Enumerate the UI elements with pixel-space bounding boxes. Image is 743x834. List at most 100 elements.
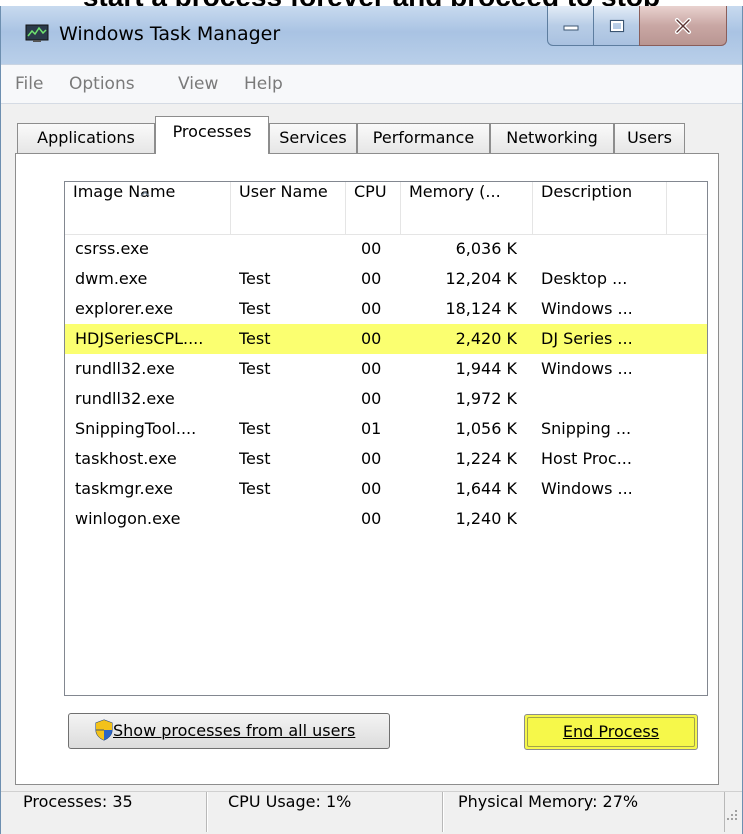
cell-memory: 1,972 K [455, 389, 517, 408]
cell-image-name: HDJSeriesCPL.... [75, 329, 204, 348]
cell-image-name: taskhost.exe [75, 449, 177, 468]
cell-user-name [239, 504, 339, 534]
column-image-name[interactable]: Image Name [65, 182, 231, 234]
table-row[interactable]: dwm.exe Test 00 12,204 K Desktop ... [65, 264, 707, 294]
menu-options[interactable]: Options [69, 74, 135, 94]
column-memory[interactable]: Memory (... [401, 182, 533, 234]
task-manager-window: Windows Task Manager File Options View H… [0, 6, 743, 834]
cell-user-name: Test [239, 449, 271, 468]
list-header: Image Name User Name CPU Memory (... Des… [65, 182, 707, 235]
table-row[interactable]: SnippingTool.... Test 01 1,056 K Snippin… [65, 414, 707, 444]
cell-cpu: 00 [361, 359, 382, 378]
cell-user-name: Test [239, 299, 271, 318]
minimize-icon [563, 25, 578, 30]
cell-memory: 6,036 K [455, 239, 517, 258]
cell-description: Snipping ... [541, 419, 632, 438]
cell-image-name: taskmgr.exe [75, 479, 173, 498]
table-row-highlighted[interactable]: HDJSeriesCPL.... Test 00 2,420 K DJ Seri… [65, 324, 707, 354]
cell-cpu: 00 [361, 479, 382, 498]
tab-services[interactable]: Services [269, 123, 357, 153]
column-user-name[interactable]: User Name [231, 182, 346, 234]
cell-cpu: 00 [361, 389, 382, 408]
maximize-button[interactable] [593, 6, 640, 46]
cell-description [541, 234, 691, 264]
cell-user-name: Test [239, 419, 271, 438]
size-grip-icon[interactable] [725, 808, 739, 822]
close-button[interactable] [639, 6, 727, 46]
column-image-name-label: Image Name [73, 182, 176, 201]
show-all-processes-label: Show processes from all users [113, 721, 356, 740]
cell-memory: 18,124 K [445, 299, 517, 318]
cell-memory: 1,240 K [455, 509, 517, 528]
minimize-button[interactable] [547, 6, 594, 46]
status-bar: Processes: 35 CPU Usage: 1% Physical Mem… [1, 791, 742, 834]
table-row[interactable]: rundll32.exe 00 1,972 K [65, 384, 707, 414]
cell-description: Windows ... [541, 359, 633, 378]
table-row[interactable]: csrss.exe 00 6,036 K [65, 234, 707, 264]
column-description[interactable]: Description [533, 182, 667, 234]
end-process-button[interactable]: End Process [524, 714, 698, 750]
table-row[interactable]: rundll32.exe Test 00 1,944 K Windows ... [65, 354, 707, 384]
cell-cpu: 00 [361, 239, 382, 258]
status-physical-memory: Physical Memory: 27% [443, 792, 725, 832]
cell-description [541, 504, 691, 534]
tab-applications[interactable]: Applications [17, 123, 155, 153]
cell-image-name: csrss.exe [75, 239, 149, 258]
tab-processes[interactable]: Processes [155, 116, 269, 154]
cell-image-name: rundll32.exe [75, 389, 175, 408]
title-bar[interactable]: Windows Task Manager [1, 6, 742, 64]
cell-cpu: 00 [361, 299, 382, 318]
cell-description: Host Proc... [541, 449, 632, 468]
table-row[interactable]: winlogon.exe 00 1,240 K [65, 504, 707, 534]
tab-users[interactable]: Users [614, 123, 685, 153]
tab-networking[interactable]: Networking [490, 123, 614, 153]
table-row[interactable]: taskmgr.exe Test 00 1,644 K Windows ... [65, 474, 707, 504]
cell-description: DJ Series ... [541, 329, 633, 348]
cell-user-name: Test [239, 479, 271, 498]
cell-user-name [239, 234, 339, 264]
cell-cpu: 00 [361, 449, 382, 468]
cell-image-name: rundll32.exe [75, 359, 175, 378]
cell-image-name: dwm.exe [75, 269, 148, 288]
cell-memory: 1,944 K [455, 359, 517, 378]
status-processes: Processes: 35 [1, 792, 207, 832]
processes-panel: Image Name User Name CPU Memory (... Des… [15, 153, 719, 785]
show-all-processes-button[interactable]: Show processes from all users [68, 713, 390, 749]
cell-user-name: Test [239, 269, 271, 288]
process-list[interactable]: Image Name User Name CPU Memory (... Des… [64, 181, 708, 696]
maximize-icon [609, 19, 624, 32]
task-manager-icon [25, 24, 49, 42]
menu-file[interactable]: File [15, 74, 43, 94]
end-process-label: End Process [562, 722, 660, 741]
cell-memory: 1,056 K [455, 419, 517, 438]
menu-view[interactable]: View [178, 74, 218, 94]
cell-description: Windows ... [541, 479, 633, 498]
cell-description: Desktop ... [541, 269, 628, 288]
cell-cpu: 00 [361, 269, 382, 288]
cell-image-name: winlogon.exe [75, 509, 181, 528]
cell-user-name [239, 384, 339, 414]
cell-image-name: SnippingTool.... [75, 419, 197, 438]
cell-description: Windows ... [541, 299, 633, 318]
cell-user-name: Test [239, 359, 271, 378]
table-row[interactable]: taskhost.exe Test 00 1,224 K Host Proc..… [65, 444, 707, 474]
tab-performance[interactable]: Performance [357, 123, 490, 153]
cell-memory: 1,224 K [455, 449, 517, 468]
sort-arrow-icon [140, 191, 150, 197]
cell-description [541, 384, 691, 414]
cell-user-name: Test [239, 329, 271, 348]
cell-memory: 2,420 K [455, 329, 517, 348]
cell-cpu: 00 [361, 329, 382, 348]
menu-help[interactable]: Help [244, 74, 283, 94]
cell-memory: 12,204 K [445, 269, 517, 288]
close-icon [675, 17, 691, 34]
cell-image-name: explorer.exe [75, 299, 174, 318]
window-title: Windows Task Manager [59, 23, 281, 45]
cell-memory: 1,644 K [455, 479, 517, 498]
status-cpu-usage: CPU Usage: 1% [207, 792, 443, 832]
table-row[interactable]: explorer.exe Test 00 18,124 K Windows ..… [65, 294, 707, 324]
uac-shield-icon [95, 719, 113, 741]
column-cpu[interactable]: CPU [346, 182, 401, 234]
cell-cpu: 00 [361, 509, 382, 528]
menu-bar: File Options View Help [1, 64, 742, 104]
